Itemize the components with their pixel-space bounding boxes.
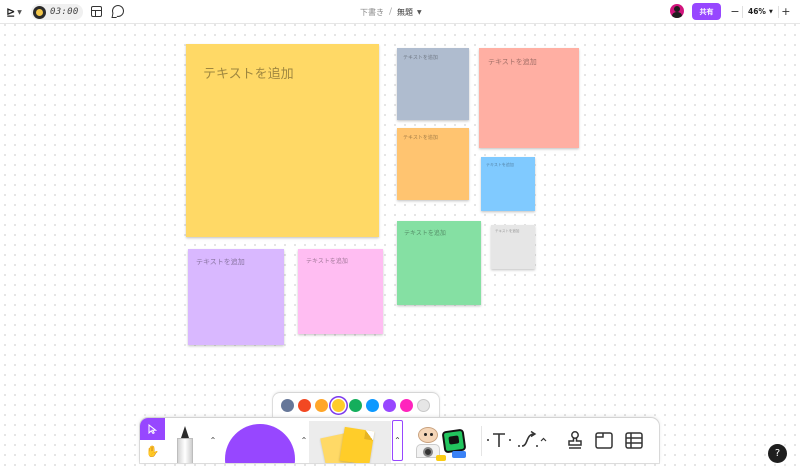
move-tool-button[interactable] (140, 418, 165, 440)
chevron-down-icon: ▼ (768, 8, 773, 15)
help-label: ? (774, 448, 781, 459)
sticky-placeholder: テキストを追加 (404, 230, 446, 237)
robot-eye (430, 433, 433, 436)
sticky-note[interactable]: テキストを追加 (481, 157, 535, 211)
sticker-yellow-icon (436, 455, 446, 461)
sticky-note[interactable]: テキストを追加 (397, 48, 469, 120)
color-swatch[interactable] (400, 399, 413, 412)
sticky-note[interactable]: テキストを追加 (479, 48, 579, 148)
sticker-card-icon (441, 428, 467, 454)
color-swatch[interactable] (315, 399, 328, 412)
zoom-out-button[interactable]: − (728, 3, 742, 20)
marker-options-caret[interactable]: ⌃ (208, 434, 218, 446)
shape-tool-circle[interactable] (225, 424, 295, 463)
color-swatch[interactable] (349, 399, 362, 412)
breadcrumb-folder[interactable]: 下書き (360, 7, 384, 18)
timer-value: 03:00 (50, 7, 79, 17)
color-swatch[interactable] (298, 399, 311, 412)
zoom-level-value: 46% (748, 7, 766, 16)
pen-tip-icon (181, 426, 189, 438)
chevron-down-icon: ▼ (17, 8, 22, 16)
zoom-in-button[interactable]: + (779, 3, 793, 20)
sticky-placeholder: テキストを追加 (488, 58, 537, 66)
sticky-placeholder: テキストを追加 (403, 55, 438, 61)
bottom-toolbar: ✋ ⌃ ⌃ ⌃ (140, 418, 659, 463)
timer-icon (33, 5, 46, 19)
sticker-blue-icon (452, 451, 466, 458)
share-button[interactable]: 共有 (692, 3, 721, 20)
sticky-color-picker (273, 393, 439, 418)
color-swatch[interactable] (417, 399, 430, 412)
breadcrumb: 下書き / 無題 ▼ (360, 4, 422, 20)
connector-icon (518, 430, 547, 447)
sticky-note[interactable]: テキストを追加 (298, 249, 383, 334)
timer-button[interactable]: 03:00 (31, 4, 83, 20)
sticky-placeholder: テキストを追加 (203, 67, 294, 82)
robot-head (418, 427, 438, 443)
table-tool-button[interactable] (623, 429, 645, 451)
stamp-tool-button[interactable] (564, 429, 586, 451)
sticky-placeholder: テキストを追加 (486, 162, 514, 167)
caret-up-icon: ⌃ (394, 436, 401, 445)
hand-tool-button[interactable]: ✋ (140, 440, 165, 462)
layout-panel-icon[interactable] (91, 6, 102, 17)
sticky-placeholder: テキストを追加 (306, 258, 348, 265)
sticky-placeholder: テキストを追加 (196, 258, 245, 266)
marker-tool[interactable] (177, 426, 193, 463)
section-icon (595, 432, 613, 449)
mode-switcher: ✋ (140, 418, 165, 463)
sticky-stack-options-button[interactable]: ⌃ (392, 420, 403, 461)
sticky-note[interactable]: テキストを追加 (397, 128, 469, 200)
main-menu-button[interactable]: ⊵ ▼ (4, 4, 24, 20)
color-swatch[interactable] (366, 399, 379, 412)
hand-icon: ✋ (145, 444, 160, 458)
avatar[interactable] (670, 4, 684, 18)
stickers-tool[interactable] (412, 424, 472, 463)
chevron-down-icon[interactable]: ▼ (417, 9, 422, 16)
file-name[interactable]: 無題 (397, 7, 413, 18)
comment-icon[interactable] (112, 5, 124, 17)
text-icon (487, 433, 511, 447)
sticky-note[interactable]: テキストを追加 (188, 249, 284, 345)
table-icon (625, 432, 643, 449)
sticky-note[interactable]: テキストを追加 (397, 221, 481, 305)
pen-body-icon (177, 438, 193, 463)
robot-eye (424, 433, 427, 436)
sticky-placeholder: テキストを追加 (403, 135, 438, 141)
zoom-controls: − 46% ▼ + (728, 3, 793, 20)
sticky-note[interactable]: テキストを追加 (491, 225, 535, 269)
help-button[interactable]: ? (768, 444, 787, 463)
connector-tool-button[interactable] (517, 429, 547, 451)
camera-icon (423, 447, 433, 457)
figjam-logo-icon: ⊵ (6, 5, 16, 19)
top-bar: ⊵ ▼ 03:00 下書き / 無題 ▼ 共有 − 46% ▼ + (0, 0, 800, 24)
sticky-note-icon (339, 426, 375, 463)
color-swatch[interactable] (281, 399, 294, 412)
sticky-placeholder: テキストを追加 (495, 229, 520, 233)
sticky-note[interactable]: テキストを追加 (186, 44, 379, 237)
section-tool-button[interactable] (593, 429, 615, 451)
cursor-arrow-icon (148, 424, 157, 434)
breadcrumb-separator: / (389, 7, 393, 17)
stamp-icon (568, 431, 582, 449)
text-tool-button[interactable] (486, 429, 512, 451)
toolbar-divider (481, 426, 482, 456)
shape-options-caret[interactable]: ⌃ (299, 434, 309, 446)
color-swatch[interactable] (383, 399, 396, 412)
zoom-level-dropdown[interactable]: 46% ▼ (743, 7, 778, 16)
sticky-note-tool[interactable] (309, 421, 391, 463)
color-swatch[interactable] (332, 399, 345, 412)
